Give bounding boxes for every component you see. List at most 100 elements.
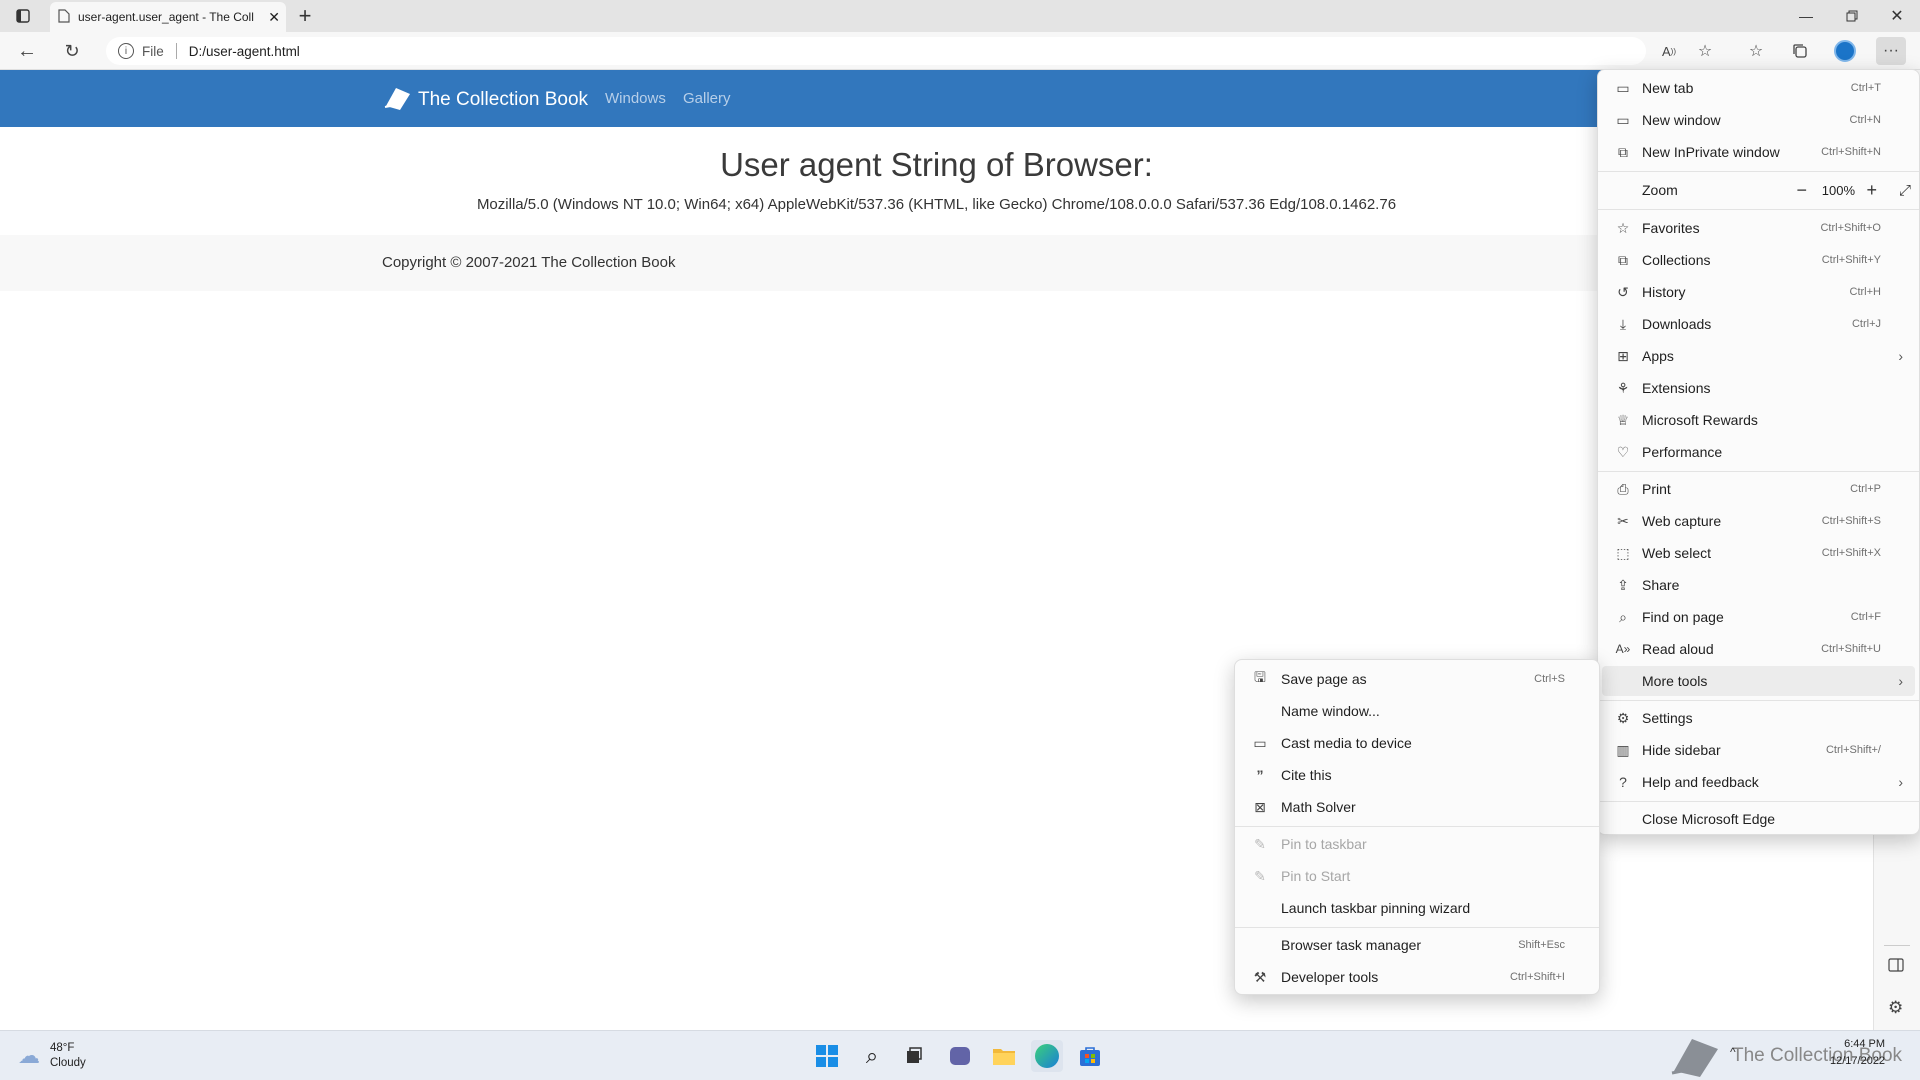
menu-item-web-select[interactable]: ⬚ Web select Ctrl+Shift+X: [1602, 538, 1915, 568]
hide-sidebar-icon[interactable]: [1888, 957, 1908, 977]
tab-strip: user-agent.user_agent - The Coll ✕ + — ✕: [0, 0, 1920, 32]
menu-item-extensions[interactable]: ⚘ Extensions: [1602, 373, 1915, 403]
fullscreen-icon[interactable]: ⤢: [1899, 182, 1911, 199]
zoom-in-icon[interactable]: +: [1866, 180, 1877, 201]
edge-icon[interactable]: [1031, 1040, 1063, 1072]
zoom-label: Zoom: [1642, 182, 1678, 198]
close-window-icon[interactable]: ✕: [1874, 0, 1920, 32]
pin-icon: ✎: [1254, 835, 1266, 852]
weather-condition: Cloudy: [50, 1057, 86, 1069]
minimize-icon[interactable]: —: [1783, 0, 1829, 32]
menu-item-settings[interactable]: ⚙ Settings: [1602, 703, 1915, 733]
add-favorite-icon[interactable]: ☆: [1690, 37, 1720, 65]
file-explorer-icon[interactable]: [988, 1040, 1020, 1072]
cite-icon: ”: [1256, 767, 1264, 783]
more-item-name-window[interactable]: Name window...: [1239, 696, 1595, 726]
menu-item-new-window[interactable]: ▭ New window Ctrl+N: [1602, 105, 1915, 135]
more-item-cast-media[interactable]: ▭ Cast media to device: [1239, 728, 1595, 758]
book-logo-icon: [382, 84, 412, 116]
zoom-value: 100%: [1821, 182, 1855, 198]
save-icon: 🖫: [1254, 669, 1266, 685]
clock-date: 12/17/2022: [1830, 1055, 1886, 1067]
new-tab-icon[interactable]: +: [290, 3, 320, 28]
menu-item-history[interactable]: ↺ History Ctrl+H: [1602, 277, 1915, 307]
info-icon[interactable]: i: [118, 43, 134, 59]
page-heading: User agent String of Browser:: [720, 146, 1153, 183]
settings-and-more-icon[interactable]: ···: [1876, 37, 1906, 65]
menu-item-find-on-page[interactable]: ⌕ Find on page Ctrl+F: [1602, 602, 1915, 632]
windows-taskbar: ☁ 48°F Cloudy ⌕ The Collection Book ^ 6:…: [0, 1030, 1920, 1080]
settings-menu: ▭ New tab Ctrl+T ▭ New window Ctrl+N ⧉ New In…: [1597, 69, 1920, 835]
site-brand[interactable]: The Collection Book: [382, 84, 588, 116]
read-aloud-icon[interactable]: A)): [1654, 37, 1684, 65]
more-item-pin-to-start: ✎ Pin to Start: [1239, 861, 1595, 891]
store-icon[interactable]: [1074, 1040, 1106, 1072]
favorites-icon[interactable]: ☆: [1741, 37, 1771, 65]
menu-item-web-capture[interactable]: ✂ Web capture Ctrl+Shift+S: [1602, 506, 1915, 536]
devtools-icon: ⚒: [1253, 968, 1267, 985]
web-select-icon: ⬚: [1616, 544, 1630, 561]
start-icon[interactable]: [811, 1040, 843, 1072]
tab-actions-icon[interactable]: [8, 4, 38, 28]
task-view-icon[interactable]: [898, 1040, 930, 1072]
menu-item-new-tab[interactable]: ▭ New tab Ctrl+T: [1602, 73, 1915, 103]
close-tab-icon[interactable]: ✕: [268, 9, 280, 26]
menu-item-performance[interactable]: ♡ Performance: [1602, 437, 1915, 467]
nav-link-gallery[interactable]: Gallery: [683, 90, 731, 107]
page-icon: [58, 8, 70, 26]
menu-item-more-tools[interactable]: More tools ›: [1602, 666, 1915, 696]
zoom-row: Zoom − 100% + ⤢: [1602, 175, 1915, 205]
more-item-developer-tools[interactable]: ⚒ Developer tools Ctrl+Shift+I: [1239, 962, 1595, 992]
url-text[interactable]: D:/user-agent.html: [189, 44, 300, 59]
new-window-icon: ▭: [1616, 111, 1630, 128]
more-item-math-solver[interactable]: ⊠ Math Solver: [1239, 792, 1595, 822]
menu-item-microsoft-rewards[interactable]: ♕ Microsoft Rewards: [1602, 405, 1915, 435]
search-icon[interactable]: ⌕: [856, 1040, 888, 1072]
menu-item-collections[interactable]: ⧉ Collections Ctrl+Shift+Y: [1602, 245, 1915, 275]
help-icon: ?: [1619, 774, 1627, 790]
collections-icon[interactable]: [1785, 37, 1815, 65]
menu-item-downloads[interactable]: ⤓ Downloads Ctrl+J: [1602, 309, 1915, 339]
menu-item-read-aloud[interactable]: A» Read aloud Ctrl+Shift+U: [1602, 634, 1915, 664]
browser-toolbar: ← ↻ i File D:/user-agent.html A)) ☆ ☆ ··…: [0, 32, 1920, 70]
menu-item-hide-sidebar[interactable]: ▥ Hide sidebar Ctrl+Shift+/: [1602, 735, 1915, 765]
menu-item-close-edge[interactable]: Close Microsoft Edge: [1602, 804, 1915, 834]
user-agent-string: Mozilla/5.0 (Windows NT 10.0; Win64; x64…: [476, 196, 1397, 213]
menu-separator: [1598, 471, 1919, 472]
profile-icon[interactable]: [1830, 37, 1860, 65]
read-aloud-icon: A»: [1615, 642, 1631, 656]
back-icon[interactable]: ←: [12, 37, 42, 65]
teams-chat-icon[interactable]: [944, 1040, 976, 1072]
sidebar-settings-icon[interactable]: ⚙: [1888, 998, 1908, 1018]
more-item-browser-task-manager[interactable]: Browser task manager Shift+Esc: [1239, 930, 1595, 960]
clock[interactable]: 6:44 PM 12/17/2022: [1830, 1036, 1885, 1070]
scheme-label: File: [142, 43, 164, 59]
browser-tab[interactable]: user-agent.user_agent - The Coll ✕: [50, 2, 286, 32]
copyright-text: Copyright © 2007-2021 The Collection Boo…: [382, 254, 676, 271]
menu-separator: [1598, 209, 1919, 210]
history-icon: ↺: [1617, 283, 1629, 300]
inprivate-icon: ⧉: [1618, 143, 1628, 160]
zoom-out-icon[interactable]: −: [1796, 180, 1807, 201]
nav-link-windows[interactable]: Windows: [605, 90, 666, 107]
more-item-cite-this[interactable]: ” Cite this: [1239, 760, 1595, 790]
more-item-launch-pinning-wizard[interactable]: Launch taskbar pinning wizard: [1239, 893, 1595, 923]
weather-temp: 48°F: [50, 1042, 75, 1054]
menu-item-share[interactable]: ⇪ Share: [1602, 570, 1915, 600]
more-tools-submenu: 🖫 Save page as Ctrl+S Name window... ▭ Cast…: [1234, 659, 1600, 995]
refresh-icon[interactable]: ↻: [57, 37, 87, 65]
tab-title: user-agent.user_agent - The Coll: [78, 10, 254, 24]
favorites-icon: ☆: [1616, 219, 1630, 236]
menu-item-favorites[interactable]: ☆ Favorites Ctrl+Shift+O: [1602, 213, 1915, 243]
show-hidden-icons[interactable]: ^: [1730, 1045, 1736, 1059]
restore-icon[interactable]: [1829, 0, 1875, 32]
menu-item-apps[interactable]: ⊞ Apps ›: [1602, 341, 1915, 371]
pin-icon: ✎: [1254, 867, 1266, 884]
menu-item-print[interactable]: ⎙ Print Ctrl+P: [1602, 474, 1915, 504]
menu-item-help-and-feedback[interactable]: ? Help and feedback ›: [1602, 767, 1915, 797]
more-item-save-page-as[interactable]: 🖫 Save page as Ctrl+S: [1239, 664, 1595, 694]
menu-item-new-inprivate-window[interactable]: ⧉ New InPrivate window Ctrl+Shift+N: [1602, 137, 1915, 167]
chevron-right-icon: ›: [1898, 673, 1903, 689]
address-bar[interactable]: i File D:/user-agent.html: [106, 37, 1646, 65]
weather-widget[interactable]: 48°F Cloudy: [50, 1041, 86, 1071]
